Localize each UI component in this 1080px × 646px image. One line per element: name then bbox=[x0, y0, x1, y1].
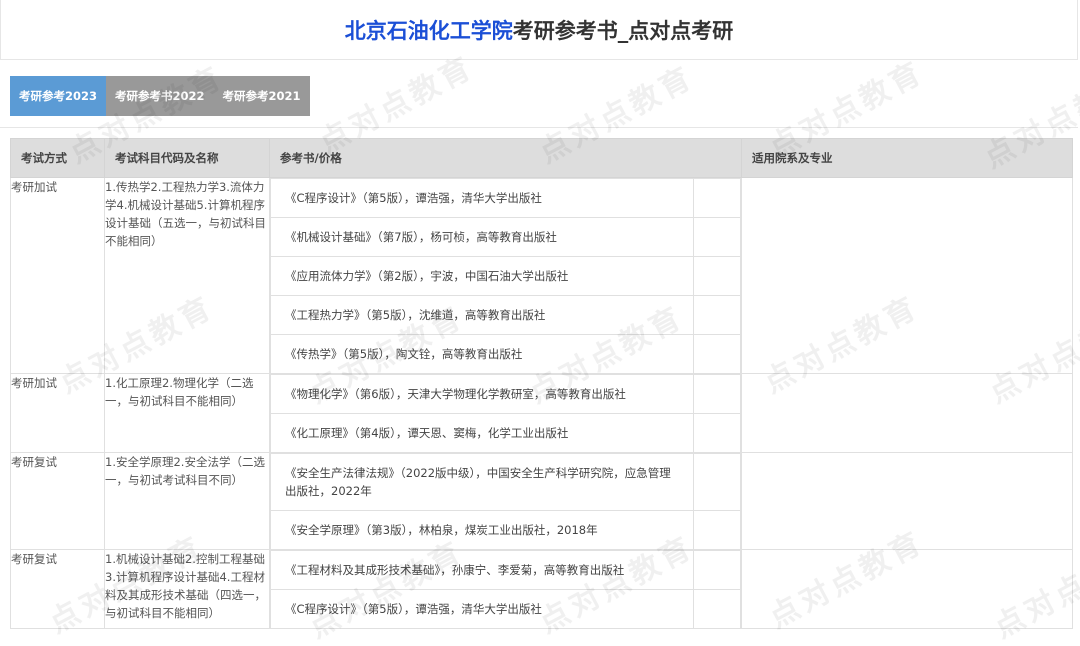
dept-cell bbox=[741, 452, 1073, 550]
exam-method: 考研加试 bbox=[10, 177, 105, 374]
table-row: 考研复试 1.机械设计基础2.控制工程基础3.计算机程序设计基础4.工程材料及其… bbox=[10, 549, 1073, 629]
book-item: 《化工原理》（第4版），谭天恩、窦梅，化学工业出版社 bbox=[270, 413, 694, 452]
tab-2022[interactable]: 考研参考书2022 bbox=[106, 76, 214, 116]
tab-2021[interactable]: 考研参考2021 bbox=[213, 76, 310, 116]
book-item: 《安全生产法律法规》（2022版中级），中国安全生产科学研究院，应急管理出版社，… bbox=[270, 453, 694, 511]
book-item: 《物理化学》（第6版），天津大学物理化学教研室，高等教育出版社 bbox=[270, 374, 694, 414]
exam-method: 考研复试 bbox=[10, 452, 105, 550]
dept-cell bbox=[741, 373, 1073, 453]
header-subject: 考试科目代码及名称 bbox=[104, 138, 270, 178]
book-list: 《物理化学》（第6版），天津大学物理化学教研室，高等教育出版社 《化工原理》（第… bbox=[269, 373, 742, 453]
tab-bar: 考研参考2023 考研参考书2022 考研参考2021 bbox=[0, 61, 1078, 128]
book-item: 《C程序设计》（第5版），谭浩强，清华大学出版社 bbox=[270, 589, 694, 628]
exam-subject: 1.机械设计基础2.控制工程基础3.计算机程序设计基础4.工程材料及其成形技术基… bbox=[104, 549, 270, 629]
book-item: 《C程序设计》（第5版），谭浩强，清华大学出版社 bbox=[270, 178, 694, 218]
page-header: 北京石油化工学院 考研参考书_点对点考研 bbox=[0, 0, 1078, 60]
book-list: 《安全生产法律法规》（2022版中级），中国安全生产科学研究院，应急管理出版社，… bbox=[269, 452, 742, 550]
book-item: 《安全学原理》（第3版），林柏泉，煤炭工业出版社，2018年 bbox=[270, 510, 694, 549]
exam-subject: 1.化工原理2.物理化学（二选一，与初试科目不能相同） bbox=[104, 373, 270, 453]
exam-subject: 1.传热学2.工程热力学3.流体力学4.机械设计基础5.计算机程序设计基础（五选… bbox=[104, 177, 270, 374]
dept-cell bbox=[741, 549, 1073, 629]
header-dept: 适用院系及专业 bbox=[741, 138, 1073, 178]
reference-table: 考试方式 考试科目代码及名称 参考书/价格 适用院系及专业 考研加试 1.传热学… bbox=[10, 138, 1073, 629]
book-item: 《机械设计基础》（第7版），杨可桢，高等教育出版社 bbox=[270, 217, 694, 257]
table-row: 考研加试 1.传热学2.工程热力学3.流体力学4.机械设计基础5.计算机程序设计… bbox=[10, 177, 1073, 374]
table-row: 考研加试 1.化工原理2.物理化学（二选一，与初试科目不能相同） 《物理化学》（… bbox=[10, 373, 1073, 453]
exam-method: 考研加试 bbox=[10, 373, 105, 453]
book-list: 《工程材料及其成形技术基础》，孙康宁、李爱菊，高等教育出版社 《C程序设计》（第… bbox=[269, 549, 742, 629]
page-title: 考研参考书_点对点考研 bbox=[512, 18, 734, 43]
exam-method: 考研复试 bbox=[10, 549, 105, 629]
book-item: 《工程热力学》（第5版），沈维道，高等教育出版社 bbox=[270, 295, 694, 335]
header-method: 考试方式 bbox=[10, 138, 105, 178]
dept-cell bbox=[741, 177, 1073, 374]
book-item: 《传热学》（第5版），陶文铨，高等教育出版社 bbox=[270, 334, 694, 373]
exam-subject: 1.安全学原理2.安全法学（二选一，与初试考试科目不同） bbox=[104, 452, 270, 550]
book-item: 《工程材料及其成形技术基础》，孙康宁、李爱菊，高等教育出版社 bbox=[270, 550, 694, 590]
tab-2023[interactable]: 考研参考2023 bbox=[10, 76, 107, 116]
header-books: 参考书/价格 bbox=[269, 138, 742, 178]
book-list: 《C程序设计》（第5版），谭浩强，清华大学出版社 《机械设计基础》（第7版），杨… bbox=[269, 177, 742, 374]
book-item: 《应用流体力学》（第2版），宇波，中国石油大学出版社 bbox=[270, 256, 694, 296]
table-row: 考研复试 1.安全学原理2.安全法学（二选一，与初试考试科目不同） 《安全生产法… bbox=[10, 452, 1073, 550]
school-name[interactable]: 北京石油化工学院 bbox=[345, 15, 513, 45]
